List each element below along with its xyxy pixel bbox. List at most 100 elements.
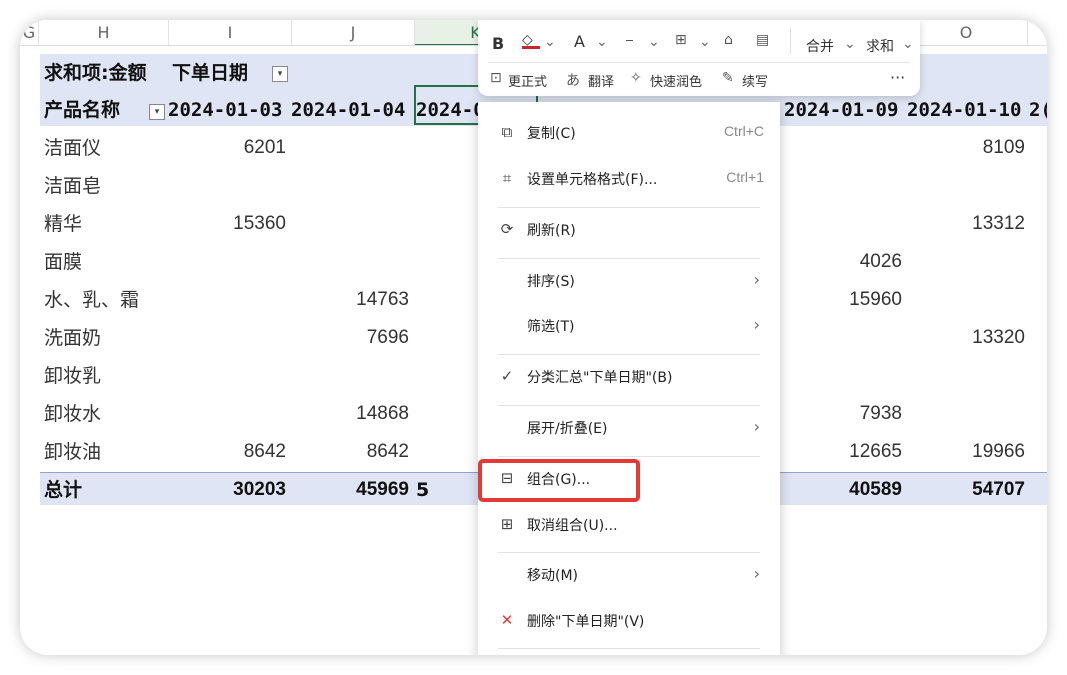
value-cell[interactable]: 45969 — [291, 471, 409, 509]
row-label[interactable]: 卸妆油 — [44, 433, 164, 471]
translate-button[interactable]: 翻译 — [588, 71, 614, 90]
menu-item-format-cells[interactable]: ⌗ 设置单元格格式(F)... Ctrl+1 — [478, 158, 780, 198]
value-cell[interactable]: 6201 — [168, 129, 286, 167]
continue-writing-button[interactable]: 续写 — [742, 71, 768, 90]
value-cell[interactable]: 7938 — [784, 395, 902, 433]
column-field-filter-dropdown[interactable]: ▾ — [272, 66, 288, 82]
rewrite-icon: ⊡ — [490, 70, 502, 86]
value-cell[interactable]: 8642 — [168, 433, 286, 471]
value-cell[interactable]: 13312 — [907, 205, 1025, 243]
menu-item-copy[interactable]: ⧉ 复制(C) Ctrl+C — [478, 112, 780, 152]
row-label[interactable]: 洁面仪 — [44, 129, 164, 167]
menu-item-filter[interactable]: 筛选(T) › — [478, 305, 780, 345]
line-dropdown-icon[interactable]: ⌄ — [648, 34, 660, 50]
value-cell[interactable] — [168, 167, 286, 205]
border-grid-icon[interactable]: ⊞ — [675, 32, 687, 48]
row-label[interactable]: 面膜 — [44, 243, 164, 281]
date-header-1[interactable]: 2024-01-03 — [168, 91, 290, 129]
value-cell[interactable] — [784, 205, 902, 243]
value-cell[interactable] — [784, 129, 902, 167]
column-header-j[interactable]: J — [292, 20, 415, 46]
value-cell[interactable]: 12665 — [784, 433, 902, 471]
fill-color-dropdown-icon[interactable]: ⌄ — [544, 34, 556, 50]
row-label[interactable]: 卸妆乳 — [44, 357, 164, 395]
menu-item-label: 筛选(T) — [527, 319, 575, 335]
row-label[interactable]: 精华 — [44, 205, 164, 243]
value-cell[interactable] — [168, 281, 286, 319]
row-label[interactable]: 卸妆水 — [44, 395, 164, 433]
menu-item-ungroup[interactable]: ⊞ 取消组合(U)... — [478, 504, 780, 544]
date-header-6[interactable]: 2024-01-09 — [784, 91, 906, 129]
translate-icon: あ — [566, 73, 580, 89]
value-cell[interactable] — [291, 205, 409, 243]
value-cell[interactable] — [907, 243, 1025, 281]
menu-item-sort[interactable]: 排序(S) › — [478, 260, 780, 300]
formalize-button[interactable]: 更正式 — [508, 71, 547, 90]
format-painter-icon[interactable]: ▤ — [756, 32, 769, 48]
column-header-i[interactable]: I — [169, 20, 292, 46]
sum-dropdown-icon[interactable]: ⌄ — [902, 36, 914, 52]
column-header-o[interactable]: O — [905, 20, 1028, 46]
value-cell[interactable]: 30203 — [168, 471, 286, 509]
value-cell[interactable] — [907, 281, 1025, 319]
menu-item-expand-collapse[interactable]: 展开/折叠(E) › — [478, 407, 780, 447]
font-color-dropdown-icon[interactable]: ⌄ — [596, 34, 608, 50]
value-cell[interactable]: 15960 — [784, 281, 902, 319]
value-cell[interactable] — [907, 395, 1025, 433]
column-header-g[interactable]: G — [20, 20, 39, 46]
row-label[interactable]: 洗面奶 — [44, 319, 164, 357]
value-cell[interactable]: 13320 — [907, 319, 1025, 357]
row-label[interactable]: 水、乳、霜 — [44, 281, 164, 319]
fill-color-button[interactable]: ◇ — [522, 32, 540, 49]
border-line-icon[interactable]: ⎯ — [626, 32, 633, 48]
value-cell[interactable]: 7696 — [291, 319, 409, 357]
value-cell[interactable] — [168, 243, 286, 281]
highlight-box — [478, 459, 640, 502]
value-cell[interactable] — [907, 357, 1025, 395]
value-cell[interactable]: 14868 — [291, 395, 409, 433]
value-cell[interactable]: 8109 — [907, 129, 1025, 167]
value-cell[interactable] — [291, 167, 409, 205]
value-cell[interactable] — [784, 319, 902, 357]
bold-button[interactable]: B — [492, 34, 504, 53]
value-cell[interactable] — [291, 357, 409, 395]
value-cell[interactable]: 19966 — [907, 433, 1025, 471]
total-label[interactable]: 总计 — [44, 471, 164, 509]
mini-toolbar: B ◇ ⌄ A ⌄ ⎯ ⌄ ⊞ ⌄ ⌂ ▤ 合并 ⌄ 求和 ⌄ ⊡ 更正式 あ … — [478, 20, 920, 96]
border-dropdown-icon[interactable]: ⌄ — [699, 34, 711, 50]
more-options-button[interactable]: ··· — [890, 68, 905, 87]
value-cell[interactable] — [168, 395, 286, 433]
row-label[interactable]: 洁面皂 — [44, 167, 164, 205]
value-cell[interactable]: 5 — [416, 471, 476, 509]
menu-item-move[interactable]: 移动(M) › — [478, 554, 780, 594]
menu-item-delete-field[interactable]: ✕ 删除"下单日期"(V) — [478, 600, 780, 640]
value-cell[interactable] — [291, 129, 409, 167]
value-cell[interactable]: 4026 — [784, 243, 902, 281]
value-cell[interactable] — [784, 357, 902, 395]
row-field-filter-dropdown[interactable]: ▾ — [149, 104, 165, 120]
value-cell[interactable] — [168, 357, 286, 395]
value-cell[interactable]: 54707 — [907, 471, 1025, 509]
paint-bucket-icon: ◇ — [522, 32, 533, 48]
magic-wand-icon: ✧ — [630, 70, 642, 86]
value-cell[interactable] — [784, 167, 902, 205]
value-cell[interactable] — [907, 167, 1025, 205]
value-cell[interactable]: 40589 — [784, 471, 902, 509]
menu-item-refresh[interactable]: ⟳ 刷新(R) — [478, 209, 780, 249]
clear-format-icon[interactable]: ⌂ — [724, 32, 733, 48]
date-header-7[interactable]: 2024-01-10 — [907, 91, 1029, 129]
value-cell[interactable]: 8642 — [291, 433, 409, 471]
value-cell[interactable]: 15360 — [168, 205, 286, 243]
value-cell[interactable]: 14763 — [291, 281, 409, 319]
menu-item-subtotal[interactable]: ✓ 分类汇总"下单日期"(B) — [478, 356, 780, 396]
font-color-button[interactable]: A — [574, 32, 585, 51]
quick-polish-button[interactable]: 快速润色 — [650, 71, 702, 90]
merge-button[interactable]: 合并 — [806, 36, 834, 56]
date-header-2[interactable]: 2024-01-04 — [291, 91, 413, 129]
merge-dropdown-icon[interactable]: ⌄ — [844, 36, 856, 52]
value-cell[interactable] — [168, 319, 286, 357]
column-header-h[interactable]: H — [39, 20, 169, 46]
pivot-value-field: 求和项:金额 — [44, 62, 147, 84]
value-cell[interactable] — [291, 243, 409, 281]
sum-button[interactable]: 求和 — [866, 36, 894, 56]
